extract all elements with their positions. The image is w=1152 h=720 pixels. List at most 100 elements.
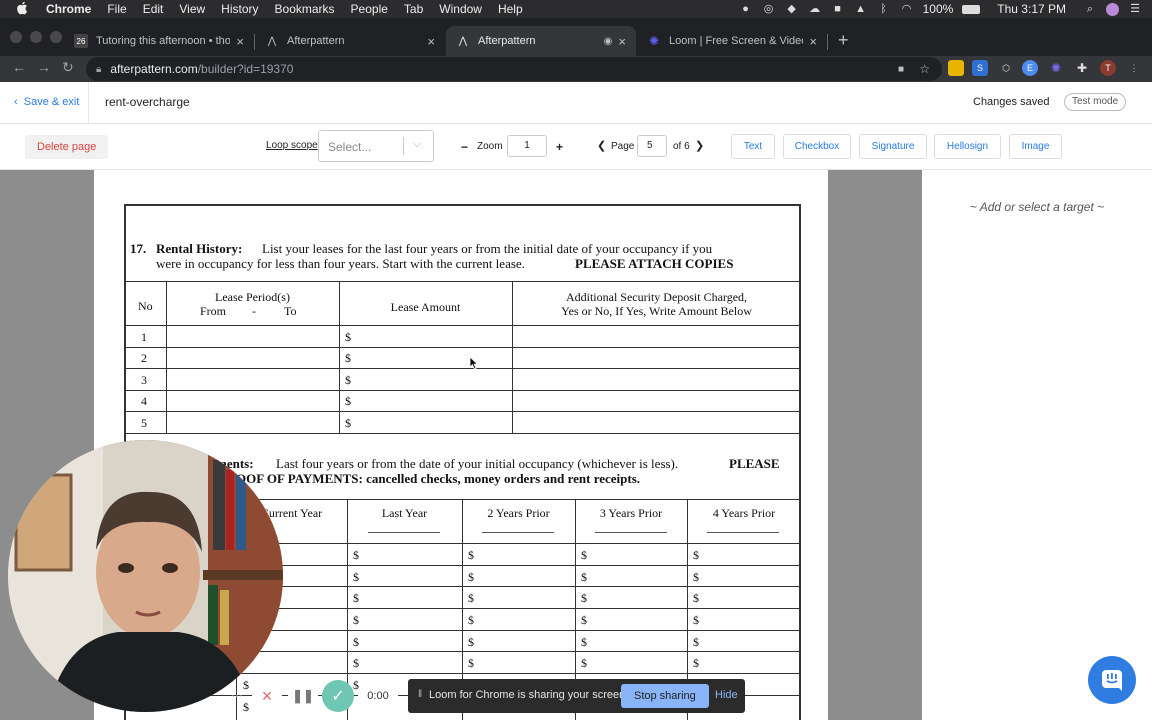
evernote-icon[interactable]: ■ xyxy=(831,3,845,15)
currency-sign: $ xyxy=(353,635,359,649)
add-hellosign-button[interactable]: Hellosign xyxy=(934,134,1001,159)
page-count: of 6 xyxy=(673,141,690,152)
add-checkbox-button[interactable]: Checkbox xyxy=(783,134,851,159)
header-underline xyxy=(482,532,554,533)
browser-tab-strip: 26 Tutoring this afternoon • thomas × ⋀ … xyxy=(0,18,1152,56)
spotlight-search-icon[interactable]: ⌕ xyxy=(1083,3,1097,15)
chevron-down-icon[interactable]: ⌵ xyxy=(413,138,421,151)
hide-banner-button[interactable]: Hide xyxy=(715,689,738,701)
notification-center-icon[interactable]: ☰ xyxy=(1128,3,1142,15)
table-rule xyxy=(126,325,801,326)
extension-e-icon[interactable]: E xyxy=(1022,60,1038,76)
currency-sign: $ xyxy=(581,635,587,649)
close-tab-icon[interactable]: × xyxy=(236,34,244,49)
menu-app-name[interactable]: Chrome xyxy=(46,2,91,16)
backup-icon[interactable]: ▲ xyxy=(854,3,868,15)
tab-tutoring[interactable]: 26 Tutoring this afternoon • thomas × xyxy=(64,26,254,56)
address-bar[interactable]: 🔒︎ afterpattern.com/builder?id=19370 ■ ☆ xyxy=(86,57,942,81)
siri-icon[interactable] xyxy=(1106,2,1119,16)
camera-in-use-icon[interactable]: ■ xyxy=(898,64,904,75)
menu-people[interactable]: People xyxy=(351,2,388,16)
menu-history[interactable]: History xyxy=(221,2,258,16)
previous-page-icon[interactable]: ❮ xyxy=(597,139,606,152)
tab-loom[interactable]: ✺ Loom | Free Screen & Video Recording × xyxy=(637,26,827,56)
currency-sign: $ xyxy=(353,613,359,627)
microphone-icon[interactable]: ● xyxy=(739,3,753,15)
zoom-out-button[interactable]: − xyxy=(461,140,468,154)
loom-record-icon[interactable]: ◎ xyxy=(762,3,776,15)
col-header-deposit-note: Yes or No, If Yes, Write Amount Below xyxy=(561,304,752,318)
loom-camera-bubble[interactable] xyxy=(8,440,283,712)
table-rule xyxy=(126,347,801,348)
currency-sign: $ xyxy=(693,656,699,670)
table-rule xyxy=(126,281,801,282)
lock-icon[interactable]: 🔒︎ xyxy=(96,64,101,75)
add-image-button[interactable]: Image xyxy=(1009,134,1062,159)
close-window-button[interactable] xyxy=(10,31,22,43)
extension-s-icon[interactable]: S xyxy=(972,60,988,76)
close-tab-icon[interactable]: × xyxy=(618,34,626,49)
loom-cancel-button[interactable]: × xyxy=(252,681,282,711)
battery-icon[interactable] xyxy=(962,4,981,14)
add-signature-button[interactable]: Signature xyxy=(859,134,927,159)
loop-scope-link[interactable]: Loop scope xyxy=(266,140,318,151)
menu-view[interactable]: View xyxy=(179,2,205,16)
bluetooth-icon[interactable]: ᛒ xyxy=(877,3,891,15)
extension-notes-icon[interactable] xyxy=(948,60,964,76)
maximize-window-button[interactable] xyxy=(50,31,62,43)
zoom-input[interactable]: 1 xyxy=(507,135,547,157)
cloud-icon[interactable]: ☁ xyxy=(808,3,822,15)
loom-extension-icon[interactable]: ✺ xyxy=(1048,60,1064,76)
clock[interactable]: Thu 3:17 PM xyxy=(997,2,1066,16)
save-exit-link[interactable]: ‹ Save & exit xyxy=(14,96,79,108)
zoom-in-button[interactable]: + xyxy=(556,140,563,154)
window-controls xyxy=(10,31,62,43)
table-rule xyxy=(126,390,801,391)
drag-handle-icon[interactable]: ‖ xyxy=(418,689,422,700)
stop-sharing-button[interactable]: Stop sharing xyxy=(621,684,709,708)
app-header: ‹ Save & exit rent-overcharge Changes sa… xyxy=(0,82,1152,124)
menu-file[interactable]: File xyxy=(107,2,126,16)
recording-indicator-icon: ◉ xyxy=(603,35,613,47)
delete-page-button[interactable]: Delete page xyxy=(25,135,109,159)
menu-bookmarks[interactable]: Bookmarks xyxy=(275,2,335,16)
extension-hexagon-icon[interactable]: ⬡ xyxy=(998,60,1014,76)
back-arrow-icon[interactable]: ← xyxy=(12,59,26,75)
add-text-button[interactable]: Text xyxy=(731,134,775,159)
minimize-window-button[interactable] xyxy=(30,31,42,43)
menu-edit[interactable]: Edit xyxy=(143,2,164,16)
row-number: 2 xyxy=(141,351,147,365)
tab-afterpattern-active[interactable]: ⋀ Afterpattern ◉ × xyxy=(446,26,636,56)
close-tab-icon[interactable]: × xyxy=(427,34,435,49)
test-mode-button[interactable]: Test mode xyxy=(1064,93,1127,111)
forward-arrow-icon[interactable]: → xyxy=(37,59,51,75)
tab-afterpattern-1[interactable]: ⋀ Afterpattern × xyxy=(255,26,445,56)
chat-support-button[interactable] xyxy=(1088,656,1136,704)
section-18-text-line1: Last four years or from the date of your… xyxy=(276,456,679,471)
new-tab-icon[interactable]: + xyxy=(838,30,849,51)
profile-avatar[interactable]: T xyxy=(1100,60,1116,76)
calendar-icon: 26 xyxy=(74,34,88,48)
page-number-input[interactable]: 5 xyxy=(637,135,667,157)
apple-icon[interactable] xyxy=(16,1,32,18)
close-tab-icon[interactable]: × xyxy=(809,34,817,49)
bookmark-star-icon[interactable]: ☆ xyxy=(919,62,930,76)
menu-window[interactable]: Window xyxy=(439,2,482,16)
chrome-menu-icon[interactable]: ⋮ xyxy=(1126,60,1142,76)
puzzle-extensions-icon[interactable]: ✚ xyxy=(1074,60,1090,76)
col-header-2-years-prior: 2 Years Prior xyxy=(487,506,550,520)
menu-tab[interactable]: Tab xyxy=(404,2,423,16)
document-name[interactable]: rent-overcharge xyxy=(105,95,190,109)
loom-pause-button[interactable]: ❚❚ xyxy=(288,681,318,711)
select-placeholder: Select... xyxy=(328,140,372,154)
menu-help[interactable]: Help xyxy=(498,2,523,16)
dropbox-icon[interactable]: ◆ xyxy=(785,3,799,15)
wifi-icon[interactable]: ◠ xyxy=(900,3,914,15)
reload-icon[interactable]: ↻ xyxy=(62,59,74,76)
loom-more-options-icon[interactable]: ⋯ xyxy=(226,688,248,704)
target-panel: ~ Add or select a target ~ xyxy=(922,170,1152,720)
section-17-number: 17. xyxy=(130,241,147,256)
loop-scope-select[interactable]: Select... ⌵ xyxy=(318,130,434,162)
next-page-icon[interactable]: ❯ xyxy=(695,139,704,152)
loom-finish-button[interactable]: ✓ xyxy=(322,680,354,712)
